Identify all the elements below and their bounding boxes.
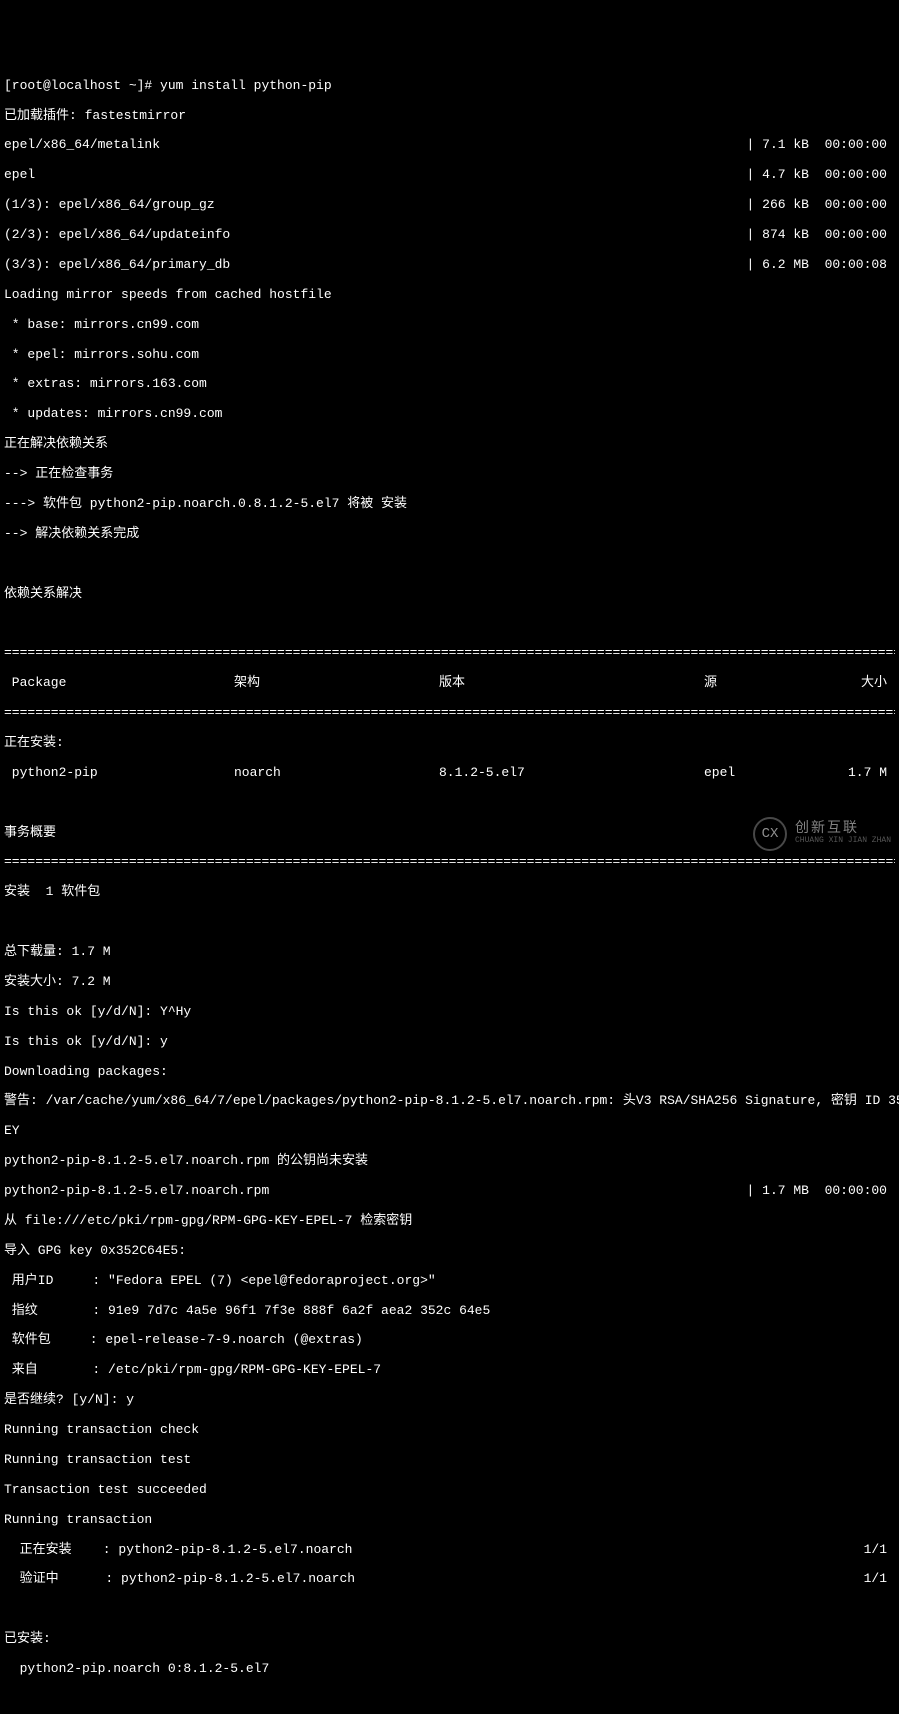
install-progress: 正在安装 : python2-pip-8.1.2-5.el7.noarch1/1	[4, 1543, 895, 1558]
resolve-line: 正在解决依赖关系	[4, 437, 895, 452]
blank-line	[4, 1692, 895, 1707]
warning-line: 警告: /var/cache/yum/x86_64/7/epel/package…	[4, 1094, 895, 1109]
download-row: (3/3): epel/x86_64/primary_db| 6.2 MB 00…	[4, 258, 895, 273]
terminal-output: [root@localhost ~]# yum install python-p…	[4, 64, 895, 1714]
dep-done-line: 依赖关系解决	[4, 587, 895, 602]
mirror-line: * epel: mirrors.sohu.com	[4, 348, 895, 363]
resolve-line: ---> 软件包 python2-pip.noarch.0.8.1.2-5.el…	[4, 497, 895, 512]
resolve-line: --> 解决依赖关系完成	[4, 527, 895, 542]
table-row: python2-pipnoarch8.1.2-5.el7epel1.7 M	[4, 766, 895, 781]
watermark: CX 创新互联 CHUANG XIN JIAN ZHAN	[753, 817, 891, 851]
separator: ========================================…	[4, 646, 895, 661]
mirror-line: * extras: mirrors.163.com	[4, 377, 895, 392]
blank-line	[4, 616, 895, 631]
installed-package: python2-pip.noarch 0:8.1.2-5.el7	[4, 1662, 895, 1677]
warning-line: EY	[4, 1124, 895, 1139]
summary-line: 安装大小: 7.2 M	[4, 975, 895, 990]
key-line: 导入 GPG key 0x352C64E5:	[4, 1244, 895, 1259]
download-row: (2/3): epel/x86_64/updateinfo| 874 kB 00…	[4, 228, 895, 243]
key-line: 从 file:///etc/pki/rpm-gpg/RPM-GPG-KEY-EP…	[4, 1214, 895, 1229]
watermark-text-en: CHUANG XIN JIAN ZHAN	[795, 837, 891, 846]
key-detail: 指纹 : 91e9 7d7c 4a5e 96f1 7f3e 888f 6a2f …	[4, 1304, 895, 1319]
mirror-line: * updates: mirrors.cn99.com	[4, 407, 895, 422]
rpm-download-row: python2-pip-8.1.2-5.el7.noarch.rpm| 1.7 …	[4, 1184, 895, 1199]
confirm-prompt: Is this ok [y/d/N]: y	[4, 1035, 895, 1050]
download-row: epel| 4.7 kB 00:00:00	[4, 168, 895, 183]
continue-prompt: 是否继续? [y/N]: y	[4, 1393, 895, 1408]
watermark-text-cn: 创新互联	[795, 822, 891, 837]
download-row: (1/3): epel/x86_64/group_gz| 266 kB 00:0…	[4, 198, 895, 213]
transaction-line: Running transaction test	[4, 1453, 895, 1468]
blank-line	[4, 1602, 895, 1617]
prompt-line: [root@localhost ~]# yum install python-p…	[4, 79, 895, 94]
blank-line	[4, 557, 895, 572]
resolve-line: --> 正在检查事务	[4, 467, 895, 482]
separator: ========================================…	[4, 706, 895, 721]
watermark-logo-icon: CX	[753, 817, 787, 851]
key-detail: 用户ID : "Fedora EPEL (7) <epel@fedoraproj…	[4, 1274, 895, 1289]
installed-header: 已安装:	[4, 1632, 895, 1647]
transaction-line: Transaction test succeeded	[4, 1483, 895, 1498]
installing-label: 正在安装:	[4, 736, 895, 751]
download-row: epel/x86_64/metalink| 7.1 kB 00:00:00	[4, 138, 895, 153]
verify-progress: 验证中 : python2-pip-8.1.2-5.el7.noarch1/1	[4, 1572, 895, 1587]
loading-line: Loading mirror speeds from cached hostfi…	[4, 288, 895, 303]
mirror-line: * base: mirrors.cn99.com	[4, 318, 895, 333]
downloading-line: Downloading packages:	[4, 1065, 895, 1080]
transaction-line: Running transaction	[4, 1513, 895, 1528]
key-line: python2-pip-8.1.2-5.el7.noarch.rpm 的公钥尚未…	[4, 1154, 895, 1169]
blank-line	[4, 915, 895, 930]
separator: ========================================…	[4, 855, 895, 870]
confirm-prompt: Is this ok [y/d/N]: Y^Hy	[4, 1005, 895, 1020]
key-detail: 来自 : /etc/pki/rpm-gpg/RPM-GPG-KEY-EPEL-7	[4, 1363, 895, 1378]
summary-line: 总下载量: 1.7 M	[4, 945, 895, 960]
transaction-line: Running transaction check	[4, 1423, 895, 1438]
table-header: Package架构版本源大小	[4, 676, 895, 691]
summary-line: 安装 1 软件包	[4, 885, 895, 900]
plugin-line: 已加载插件: fastestmirror	[4, 109, 895, 124]
key-detail: 软件包 : epel-release-7-9.noarch (@extras)	[4, 1333, 895, 1348]
blank-line	[4, 796, 895, 811]
